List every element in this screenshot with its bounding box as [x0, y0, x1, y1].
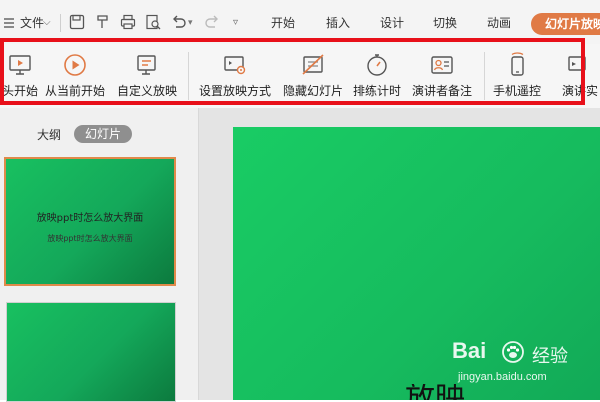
show-settings-button[interactable]: 设置放映方式: [196, 44, 274, 108]
baidu-watermark: Bai 经验 jingyan.baidu.com: [452, 338, 592, 388]
slide-thumbnail-1[interactable]: 放映ppt时怎么放大界面 放映ppt时怎么放大界面: [4, 157, 176, 286]
custom-show-icon: [137, 55, 156, 75]
rehearse-timings-button[interactable]: 排练计时: [350, 44, 404, 108]
chevron-down-icon[interactable]: ⌵: [43, 12, 51, 34]
tab-slides[interactable]: 幻灯片: [74, 125, 132, 143]
hide-slide-label: 隐藏幻灯片: [282, 84, 343, 98]
ribbon-separator: [484, 52, 485, 100]
menu-separator: [60, 14, 61, 32]
rehearse-timings-label: 排练计时: [352, 84, 401, 98]
phone-remote-icon: [511, 52, 524, 76]
show-settings-label: 设置放映方式: [198, 84, 271, 98]
speaker-notes-icon: [431, 56, 453, 74]
undo-icon[interactable]: [170, 13, 188, 31]
speaker-notes-label: 演讲者备注: [411, 84, 472, 98]
file-menu[interactable]: 文件: [20, 12, 44, 34]
ribbon-toolbar: 头开始 从当前开始 自定义放映 设置放映方式 隐藏幻灯片 排练计时 演讲者备注 …: [0, 44, 600, 109]
play-circle-icon: [64, 54, 86, 76]
watermark-suffix: 经验: [532, 346, 568, 367]
tab-outline[interactable]: 大纲: [37, 126, 61, 143]
redo-icon[interactable]: [203, 13, 221, 31]
customize-toolbar-icon[interactable]: ▿: [233, 12, 238, 34]
show-settings-icon: [224, 56, 246, 75]
screen-play-icon: [9, 55, 31, 75]
watermark-brand: Bai: [452, 338, 487, 363]
menu-bar: 文件 ⌵ ▾ ▿ 开始 插入 设计 切换 动画 幻灯片放映: [0, 0, 600, 44]
speaker-notes-button[interactable]: 演讲者备注: [406, 44, 478, 108]
custom-show-label: 自定义放映: [116, 84, 177, 98]
tab-home[interactable]: 开始: [271, 12, 295, 34]
print-icon[interactable]: [119, 13, 137, 31]
tab-insert[interactable]: 插入: [326, 12, 350, 34]
phone-remote-label: 手机遥控: [492, 84, 541, 98]
print-preview-icon[interactable]: [144, 13, 162, 31]
watermark-url: jingyan.baidu.com: [458, 371, 547, 383]
paw-icon: [502, 341, 524, 363]
undo-dropdown-icon[interactable]: ▾: [188, 12, 193, 34]
play-from-current-label: 从当前开始: [44, 84, 105, 98]
slide-thumbnail-title: 放映ppt时怎么放大界面: [36, 213, 144, 224]
stopwatch-icon: [367, 54, 387, 76]
tab-slideshow[interactable]: 幻灯片放映: [531, 13, 600, 35]
slide-thumbnail-subtitle: 放映ppt时怎么放大界面: [47, 234, 133, 243]
phone-remote-button[interactable]: 手机遥控: [488, 44, 546, 108]
save-icon[interactable]: [68, 13, 86, 31]
hide-slide-icon: [302, 54, 324, 75]
custom-show-button[interactable]: 自定义放映: [114, 44, 180, 108]
ribbon-separator: [188, 52, 189, 100]
tab-transition[interactable]: 切换: [433, 12, 457, 34]
format-painter-icon[interactable]: [94, 13, 112, 31]
hide-slide-button[interactable]: 隐藏幻灯片: [278, 44, 348, 108]
presenter-icon: [568, 56, 586, 71]
tab-animation[interactable]: 动画: [487, 12, 511, 34]
play-from-current-button[interactable]: 从当前开始: [42, 44, 108, 108]
presenter-view-label: 演讲实: [562, 84, 599, 98]
presenter-view-button[interactable]: 演讲实: [556, 44, 600, 108]
slide-thumbnail-2[interactable]: [6, 302, 176, 402]
tab-design[interactable]: 设计: [380, 12, 404, 34]
menu-icon[interactable]: [2, 12, 16, 34]
